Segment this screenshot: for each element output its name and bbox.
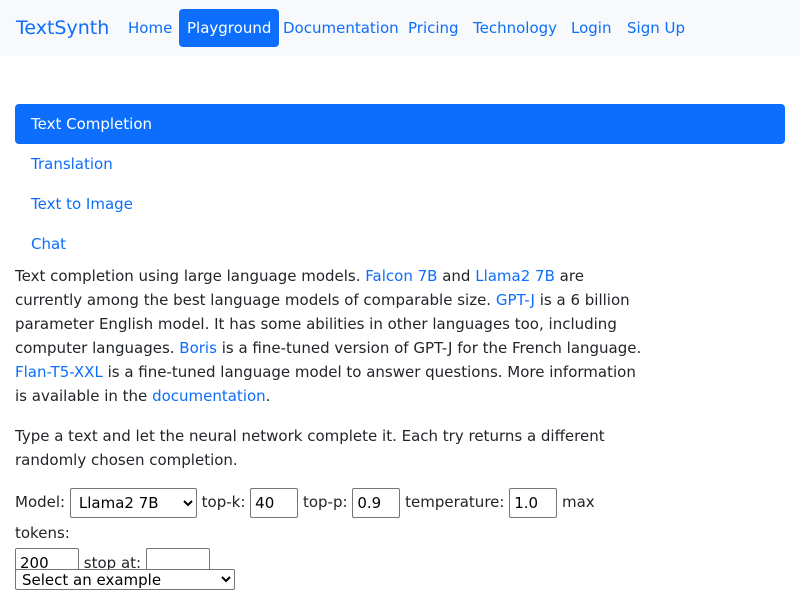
task-tabs: Text Completion Translation Text to Imag… — [15, 104, 785, 264]
description-text: is a fine-tuned language model to answer… — [15, 363, 636, 405]
nav-pricing[interactable]: Pricing — [400, 9, 467, 47]
model-label: Model: — [15, 493, 66, 511]
main-content: Text completion using large language mod… — [15, 264, 645, 472]
tab-chat[interactable]: Chat — [15, 224, 785, 264]
parameters-form: Model: Llama2 7B top-k: top-p: temperatu… — [15, 487, 645, 578]
instructions-paragraph: Type a text and let the neural network c… — [15, 427, 605, 469]
description-text: is a fine-tuned version of GPT-J for the… — [216, 339, 642, 357]
nav-documentation[interactable]: Documentation — [275, 9, 407, 47]
description-text: and — [437, 267, 476, 285]
navbar: TextSynth Home Playground Documentation … — [0, 0, 800, 56]
link-flan-t5-xxl[interactable]: Flan-T5-XXL — [15, 363, 103, 381]
brand-link[interactable]: TextSynth — [16, 16, 109, 40]
model-select[interactable]: Llama2 7B — [69, 487, 197, 518]
tab-text-completion[interactable]: Text Completion — [15, 104, 785, 144]
topp-input[interactable] — [352, 487, 401, 518]
nav-signup[interactable]: Sign Up — [619, 9, 693, 47]
topk-input[interactable] — [250, 487, 299, 518]
description-paragraph: Text completion using large language mod… — [15, 264, 645, 408]
description-text: Text completion using large language mod… — [15, 267, 366, 285]
topk-label: top-k: — [201, 493, 246, 511]
temperature-label: temperature: — [405, 493, 505, 511]
link-boris[interactable]: Boris — [179, 339, 217, 357]
example-select[interactable]: Select an example — [15, 569, 235, 590]
link-falcon-7b[interactable]: Falcon 7B — [365, 267, 437, 285]
link-gpt-j[interactable]: GPT-J — [496, 291, 535, 309]
tab-translation[interactable]: Translation — [15, 144, 785, 184]
topp-label: top-p: — [302, 493, 348, 511]
nav-login[interactable]: Login — [563, 9, 619, 47]
tab-text-to-image[interactable]: Text to Image — [15, 184, 785, 224]
temperature-input[interactable] — [509, 487, 558, 518]
link-documentation[interactable]: documentation — [152, 387, 266, 405]
nav-home[interactable]: Home — [120, 9, 180, 47]
link-llama2-7b[interactable]: Llama2 7B — [475, 267, 555, 285]
nav-playground[interactable]: Playground — [179, 9, 280, 47]
description-text: . — [265, 387, 271, 405]
nav-technology[interactable]: Technology — [465, 9, 565, 47]
